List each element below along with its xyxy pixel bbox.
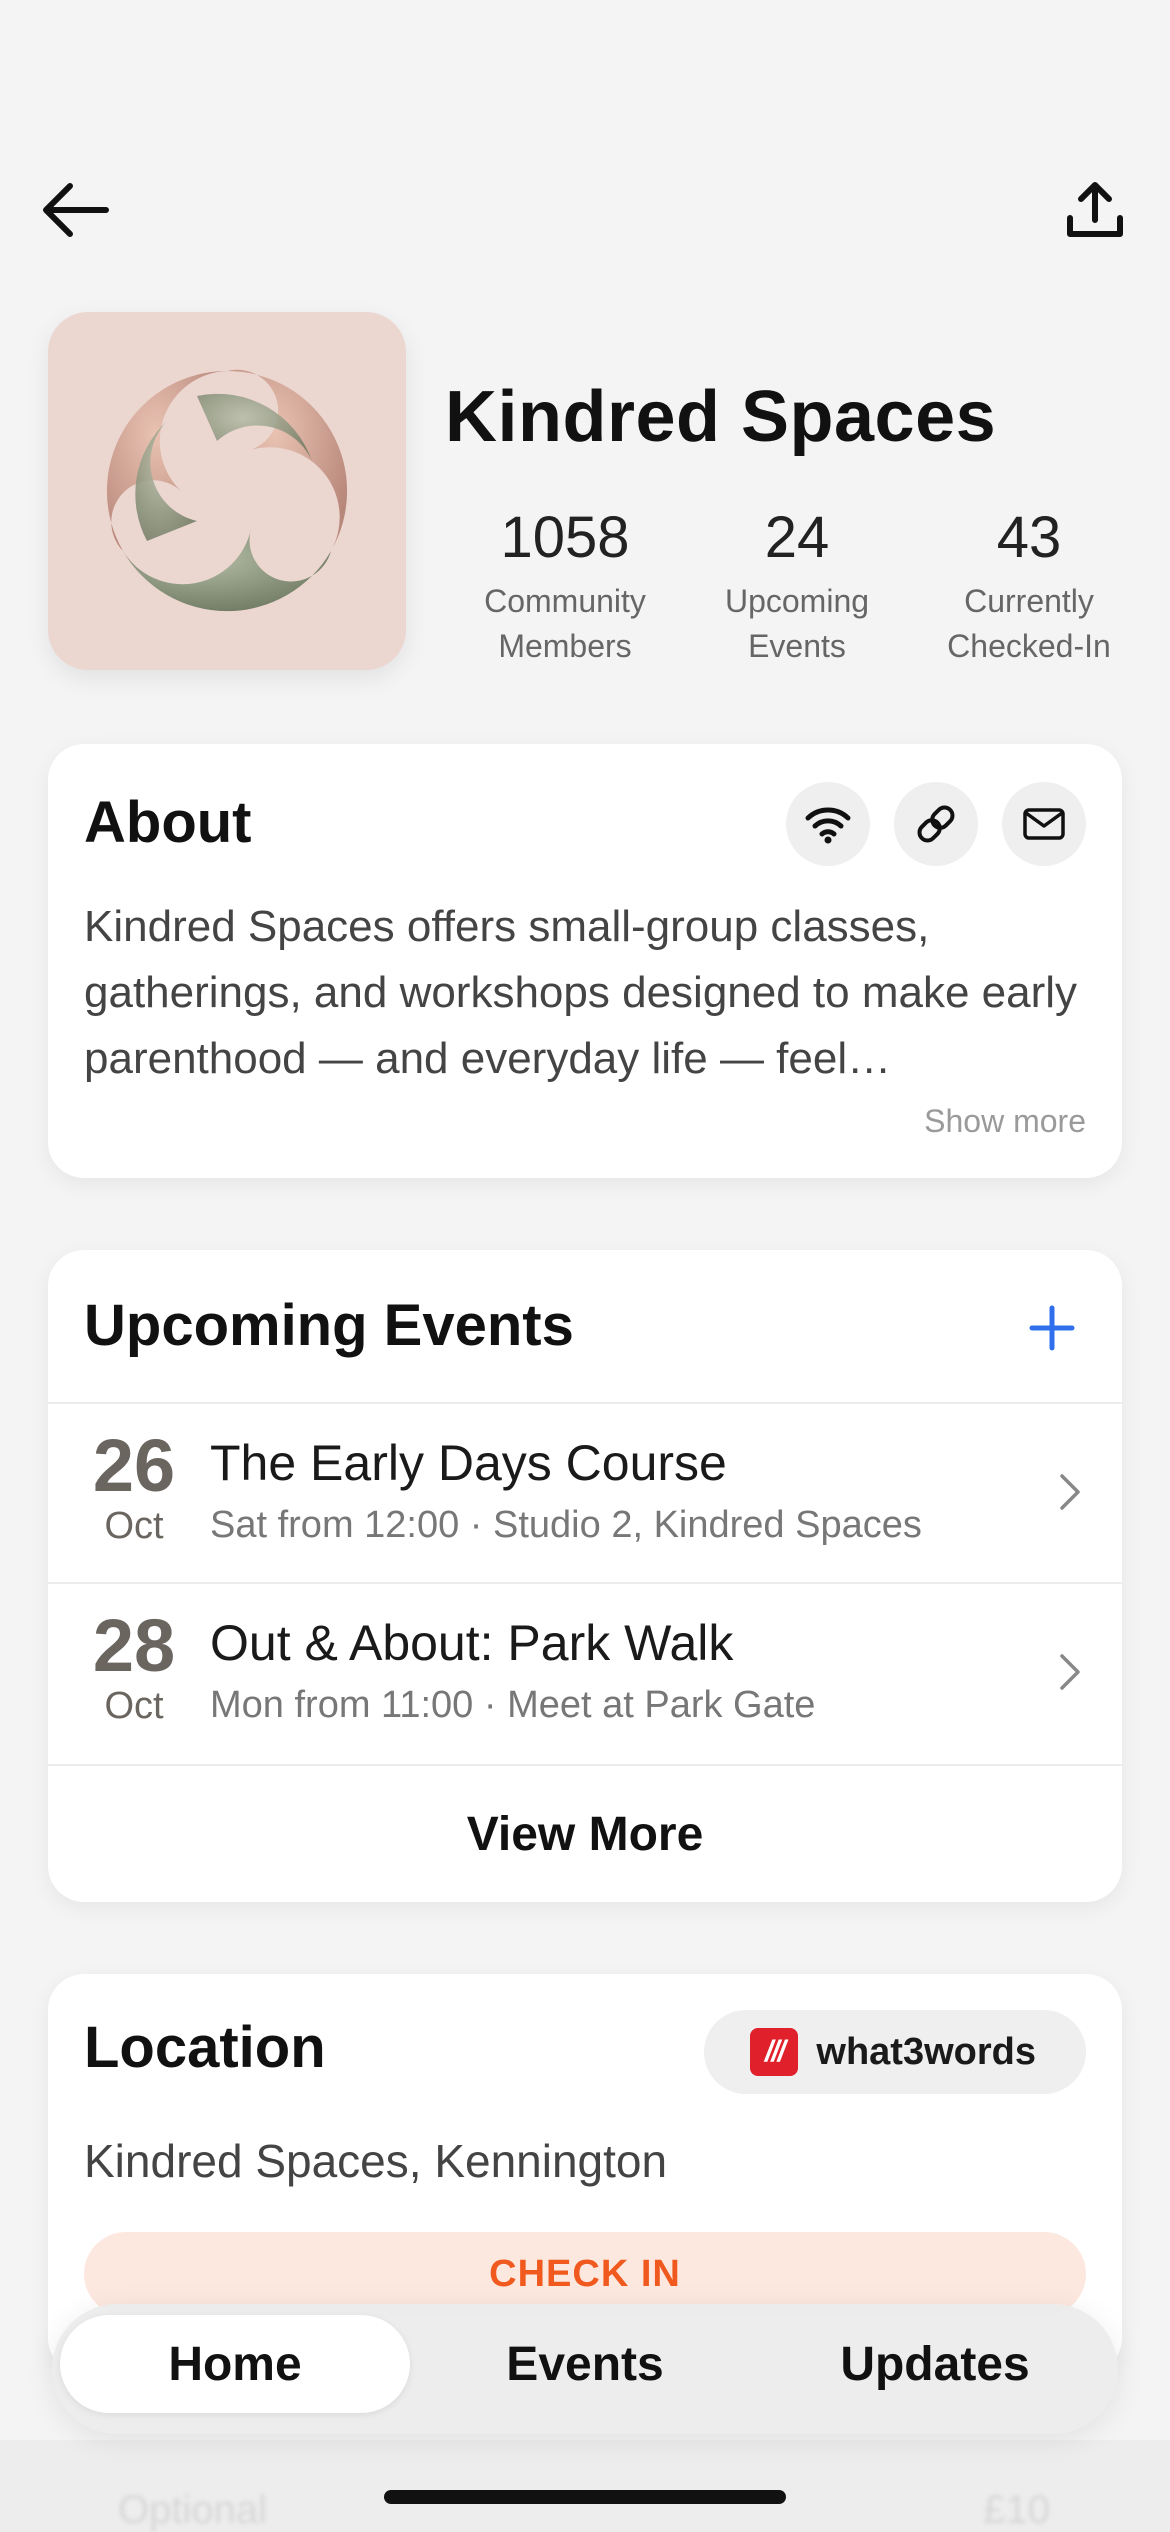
plus-icon [1029, 1305, 1075, 1351]
org-stats: 1058 Community Members 24 Upcoming Event… [445, 504, 1145, 674]
what3words-label: what3words [816, 2030, 1036, 2073]
event-subtitle: Mon from 11:00 · Meet at Park Gate [210, 1684, 816, 1726]
show-more-link[interactable]: Show more [924, 1103, 1086, 1140]
tab-updates[interactable]: Updates [760, 2315, 1110, 2413]
link-icon [917, 805, 955, 843]
email-button[interactable] [1002, 782, 1086, 866]
chevron-right-icon [1060, 1474, 1080, 1510]
arrow-left-icon [43, 183, 109, 237]
view-more-button[interactable]: View More [48, 1764, 1122, 1902]
about-card: About Kindred Spaces offers small-group … [48, 744, 1122, 1178]
chevron-right-icon [1060, 1654, 1080, 1690]
event-title: The Early Days Course [210, 1435, 727, 1491]
tab-home[interactable]: Home [60, 2315, 410, 2413]
wifi-button[interactable] [786, 782, 870, 866]
tab-events[interactable]: Events [420, 2315, 750, 2413]
about-description: Kindred Spaces offers small-group classe… [84, 902, 1078, 1083]
link-button[interactable] [894, 782, 978, 866]
stat-label: Currently Checked-In [947, 583, 1111, 664]
event-row[interactable]: 28 Oct Out & About: Park Walk Mon from 1… [48, 1582, 1122, 1762]
org-logo [48, 312, 406, 670]
stat-checked-in[interactable]: 43 Currently Checked-In [909, 504, 1149, 669]
stat-label: Upcoming Events [724, 583, 870, 664]
about-actions [786, 782, 1086, 866]
share-button[interactable] [1050, 165, 1140, 255]
event-row[interactable]: 26 Oct The Early Days Course Sat from 12… [48, 1402, 1122, 1582]
top-bar [0, 0, 1170, 290]
event-day: 28 [92, 1604, 176, 1687]
mail-icon [1023, 808, 1065, 840]
home-indicator[interactable] [384, 2490, 786, 2504]
event-day: 26 [92, 1424, 176, 1507]
upcoming-events-card: Upcoming Events 26 Oct The Early Days Co… [48, 1250, 1122, 1902]
add-event-button[interactable] [1016, 1292, 1088, 1364]
about-title: About [84, 790, 252, 855]
stat-value: 24 [764, 505, 830, 570]
stat-value: 43 [996, 505, 1062, 570]
obscured-text-right: £10 [983, 2488, 1050, 2532]
event-title: Out & About: Park Walk [210, 1615, 734, 1671]
share-upload-icon [1067, 182, 1123, 237]
what3words-button[interactable]: /// what3words [704, 2010, 1086, 2094]
swirl-logo-icon [106, 369, 348, 612]
location-address: Kindred Spaces, Kennington [84, 2135, 668, 2187]
stat-upcoming-events[interactable]: 24 Upcoming Events [677, 504, 917, 669]
event-subtitle: Sat from 12:00 · Studio 2, Kindred Space… [210, 1504, 922, 1546]
location-title: Location [84, 2015, 326, 2080]
stat-label: Community Members [484, 583, 646, 664]
events-title: Upcoming Events [84, 1293, 574, 1358]
what3words-logo-icon: /// [750, 2028, 799, 2076]
event-month: Oct [104, 1685, 164, 1727]
event-date: 28 Oct [84, 1604, 184, 1727]
event-month: Oct [104, 1505, 164, 1547]
event-date: 26 Oct [84, 1424, 184, 1547]
org-header: Kindred Spaces 1058 Community Members 24… [48, 310, 1122, 670]
org-name: Kindred Spaces [445, 377, 997, 457]
stat-community-members[interactable]: 1058 Community Members [445, 504, 685, 669]
back-button[interactable] [30, 165, 120, 255]
wifi-icon [805, 807, 851, 844]
stat-value: 1058 [500, 505, 630, 570]
tab-bar: Home Events Updates [52, 2304, 1118, 2434]
obscured-text-left: Optional [118, 2488, 267, 2532]
